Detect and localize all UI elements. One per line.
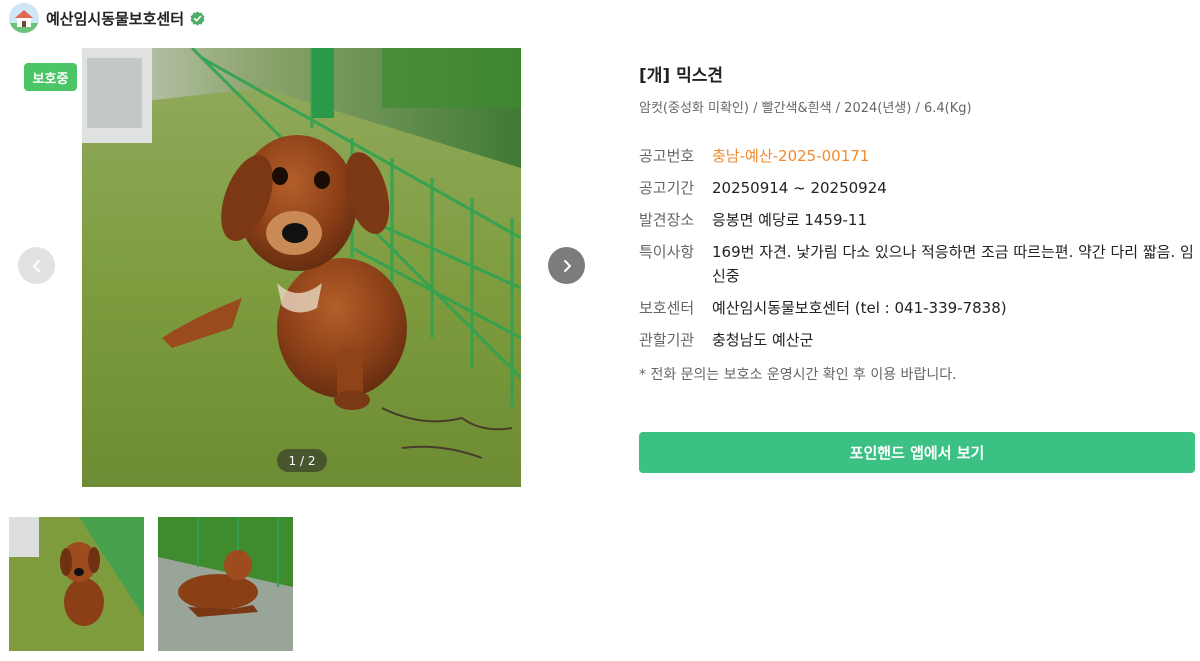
notice-period-value: 20250914 ~ 20250924 xyxy=(712,179,887,197)
animal-title: [개] 믹스견 xyxy=(639,66,724,86)
detail-row-notice-number: 공고번호 충남-예산-2025-00171 xyxy=(639,144,1195,168)
chevron-right-icon xyxy=(563,259,571,272)
thumbnail-1[interactable] xyxy=(9,517,144,651)
prev-photo-button[interactable] xyxy=(18,247,55,284)
detail-label: 공고번호 xyxy=(639,147,695,165)
detail-label: 관할기관 xyxy=(639,331,695,349)
detail-label: 보호센터 xyxy=(639,299,695,317)
shelter-name[interactable]: 예산임시동물보호센터 xyxy=(46,8,184,29)
next-photo-button[interactable] xyxy=(548,247,585,284)
detail-label: 공고기간 xyxy=(639,179,695,197)
verified-check-icon xyxy=(190,10,205,26)
photo-counter: 1 / 2 xyxy=(277,449,327,472)
contact-notice: * 전화 문의는 보호소 운영시간 확인 후 이용 바랍니다. xyxy=(639,367,957,383)
animal-info-panel: [개] 믹스견 암컷(중성화 미확인) / 빨간색&흰색 / 2024(년생) … xyxy=(639,63,1195,384)
detail-row-special-notes: 특이사항 169번 자견. 낯가림 다소 있으나 적응하면 조금 따르는편. 약… xyxy=(639,240,1195,288)
main-animal-photo[interactable] xyxy=(82,48,521,487)
special-notes-value: 169번 자견. 낯가림 다소 있으나 적응하면 조금 따르는편. 약간 다리 … xyxy=(712,243,1194,285)
animal-subtitle: 암컷(중성화 미확인) / 빨간색&흰색 / 2024(년생) / 6.4(Kg… xyxy=(639,101,972,116)
notice-number-value: 충남-예산-2025-00171 xyxy=(712,147,870,165)
thumbnail-2[interactable] xyxy=(158,517,293,651)
detail-row-shelter: 보호센터 예산임시동물보호센터 (tel : 041-339-7838) xyxy=(639,296,1195,320)
shelter-house-icon xyxy=(9,3,39,33)
status-badge: 보호중 xyxy=(24,63,77,91)
shelter-header: 예산임시동물보호센터 xyxy=(9,3,205,33)
open-in-app-button[interactable]: 포인핸드 앱에서 보기 xyxy=(639,432,1195,473)
jurisdiction-value: 충청남도 예산군 xyxy=(712,331,814,349)
detail-label: 특이사항 xyxy=(639,243,695,261)
found-location-value: 응봉면 예당로 1459-11 xyxy=(712,211,868,229)
detail-row-notice-period: 공고기간 20250914 ~ 20250924 xyxy=(639,176,1195,200)
detail-label: 발견장소 xyxy=(639,211,695,229)
shelter-value: 예산임시동물보호센터 (tel : 041-339-7838) xyxy=(712,299,1007,317)
detail-row-found-location: 발견장소 응봉면 예당로 1459-11 xyxy=(639,208,1195,232)
chevron-left-icon xyxy=(32,259,40,272)
detail-row-jurisdiction: 관할기관 충청남도 예산군 xyxy=(639,328,1195,352)
shelter-avatar[interactable] xyxy=(9,3,39,33)
